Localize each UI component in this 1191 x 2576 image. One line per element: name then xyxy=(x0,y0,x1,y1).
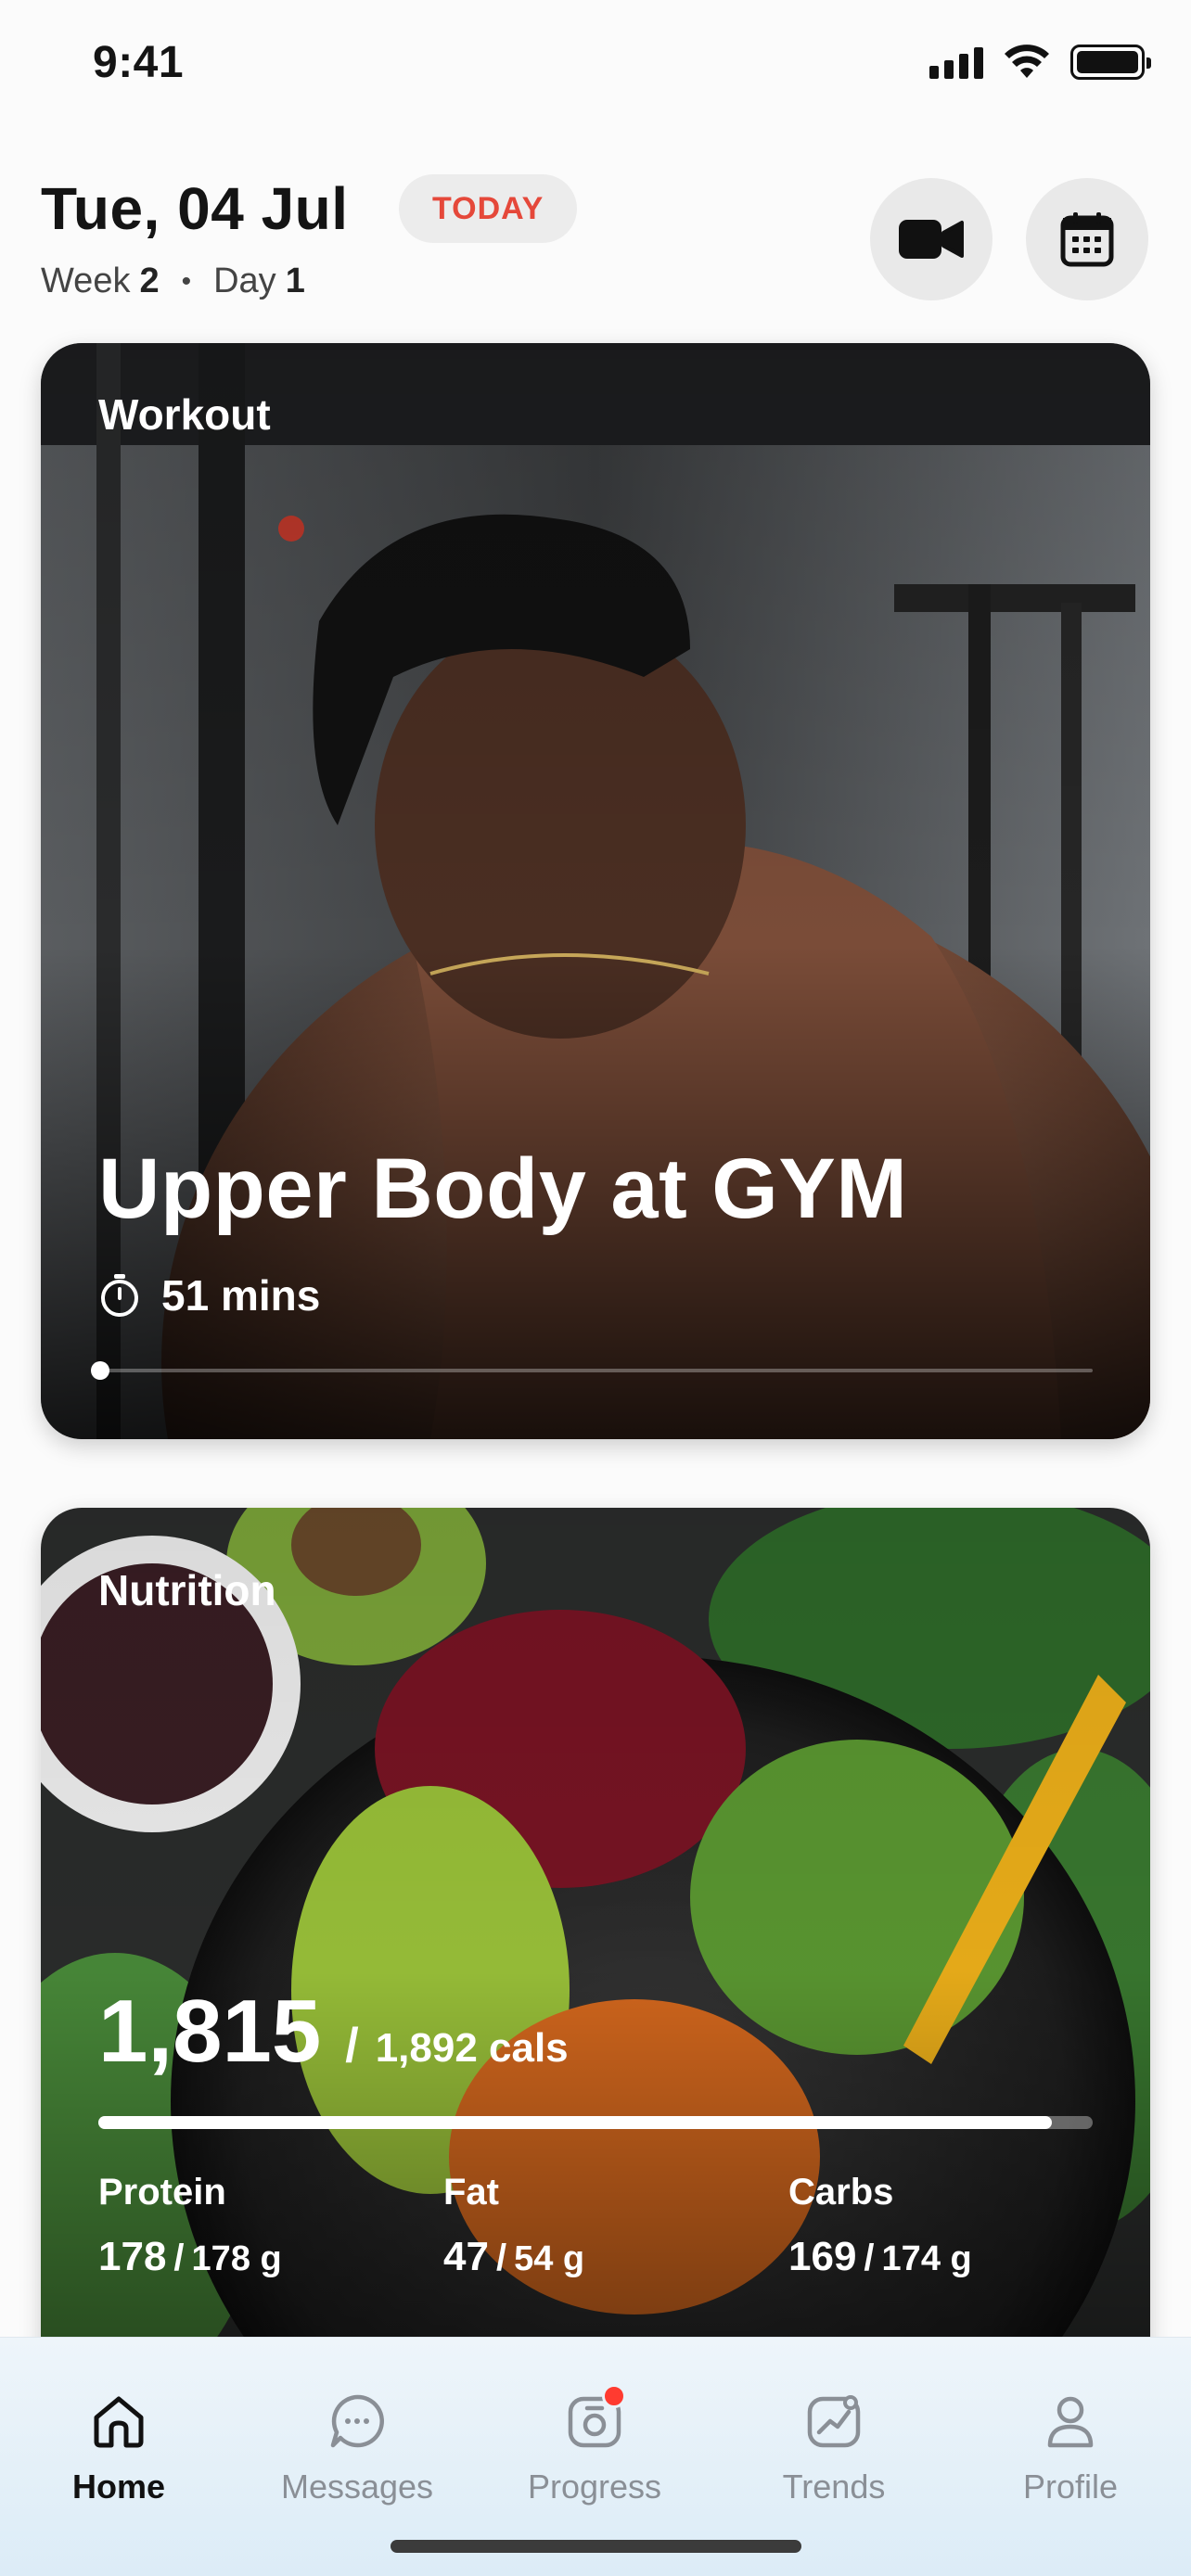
home-indicator[interactable] xyxy=(391,2540,801,2553)
day-label: Day xyxy=(213,261,276,300)
calories-target: 1,892 cals xyxy=(375,2025,569,2071)
today-badge[interactable]: TODAY xyxy=(399,174,578,243)
macro-protein: Protein 178 / 178 g xyxy=(98,2172,282,2280)
macro-separator: / xyxy=(864,2238,875,2278)
wifi-icon xyxy=(1005,45,1049,78)
nutrition-card[interactable]: Nutrition 1,815 / 1,892 cals Protein 178… xyxy=(41,1508,1150,2435)
battery-icon xyxy=(1070,45,1151,80)
workout-duration: 51 mins xyxy=(98,1270,320,1320)
page-title: Tue, 04 Jul xyxy=(41,175,349,242)
calories-separator: / xyxy=(345,2019,359,2072)
macro-values: 169 / 174 g xyxy=(788,2234,972,2280)
workout-progress-bar xyxy=(91,1361,1093,1380)
nutrition-label: Nutrition xyxy=(98,1566,276,1614)
workout-duration-text: 51 mins xyxy=(161,1271,321,1320)
calories-progress-bar xyxy=(98,2116,1093,2129)
workout-title: Upper Body at GYM xyxy=(98,1141,908,1236)
tab-label: Home xyxy=(71,2468,166,2506)
macro-separator: / xyxy=(495,2238,507,2278)
calendar-icon xyxy=(1060,212,1114,267)
video-camera-icon xyxy=(899,220,964,259)
calendar-button[interactable] xyxy=(1026,178,1148,300)
tab-label: Progress xyxy=(527,2468,662,2506)
workout-label: Workout xyxy=(98,390,271,439)
tab-trends[interactable]: Trends xyxy=(732,2338,936,2514)
stopwatch-icon xyxy=(101,1274,138,1317)
status-bar: 9:41 xyxy=(0,0,1191,130)
macro-value: 169 xyxy=(788,2234,857,2279)
home-icon xyxy=(85,2388,152,2455)
person-icon xyxy=(1037,2388,1104,2455)
week-label: Week xyxy=(41,261,131,300)
macro-values: 178 / 178 g xyxy=(98,2234,282,2280)
week-number: 2 xyxy=(139,261,160,300)
tab-home[interactable]: Home xyxy=(17,2338,221,2514)
macro-target: 174 g xyxy=(881,2239,972,2278)
status-icons xyxy=(929,45,1151,80)
workout-card[interactable]: Workout Upper Body at GYM 51 mins xyxy=(41,343,1150,1439)
cellular-signal-icon xyxy=(929,45,983,79)
week-day-subtitle: Week 2 • Day 1 xyxy=(41,261,305,301)
workout-progress-knob xyxy=(91,1361,109,1380)
macro-carbs: Carbs 169 / 174 g xyxy=(788,2172,972,2280)
day-number: 1 xyxy=(285,261,305,300)
video-button[interactable] xyxy=(870,178,992,300)
notification-badge-dot xyxy=(602,2384,626,2408)
macro-name: Protein xyxy=(98,2172,226,2213)
tab-messages[interactable]: Messages xyxy=(255,2338,459,2514)
separator-dot: • xyxy=(181,265,192,297)
chat-bubble-icon xyxy=(324,2388,391,2455)
trend-chart-icon xyxy=(800,2388,867,2455)
macro-target: 54 g xyxy=(514,2239,585,2278)
tab-label: Profile xyxy=(1022,2468,1119,2506)
status-time: 9:41 xyxy=(93,38,185,87)
macro-fat: Fat 47 / 54 g xyxy=(443,2172,584,2280)
macro-separator: / xyxy=(173,2238,185,2278)
macro-value: 178 xyxy=(98,2234,167,2279)
camera-icon xyxy=(561,2384,628,2455)
macro-value: 47 xyxy=(443,2234,489,2279)
header: Tue, 04 Jul TODAY Week 2 • Day 1 xyxy=(0,158,1191,343)
macro-values: 47 / 54 g xyxy=(443,2234,584,2280)
macro-name: Carbs xyxy=(788,2172,894,2213)
calories-progress-fill xyxy=(98,2116,1053,2129)
macro-target: 178 g xyxy=(191,2239,282,2278)
tab-label: Messages xyxy=(280,2468,434,2506)
nutrition-photo xyxy=(41,1508,1150,2435)
calories-summary: 1,815 / 1,892 cals xyxy=(98,1981,569,2083)
macro-name: Fat xyxy=(443,2172,499,2213)
tab-label: Trends xyxy=(782,2468,886,2506)
calories-consumed: 1,815 xyxy=(98,1982,322,2081)
tab-profile[interactable]: Profile xyxy=(968,2338,1172,2514)
tab-progress[interactable]: Progress xyxy=(493,2338,697,2514)
